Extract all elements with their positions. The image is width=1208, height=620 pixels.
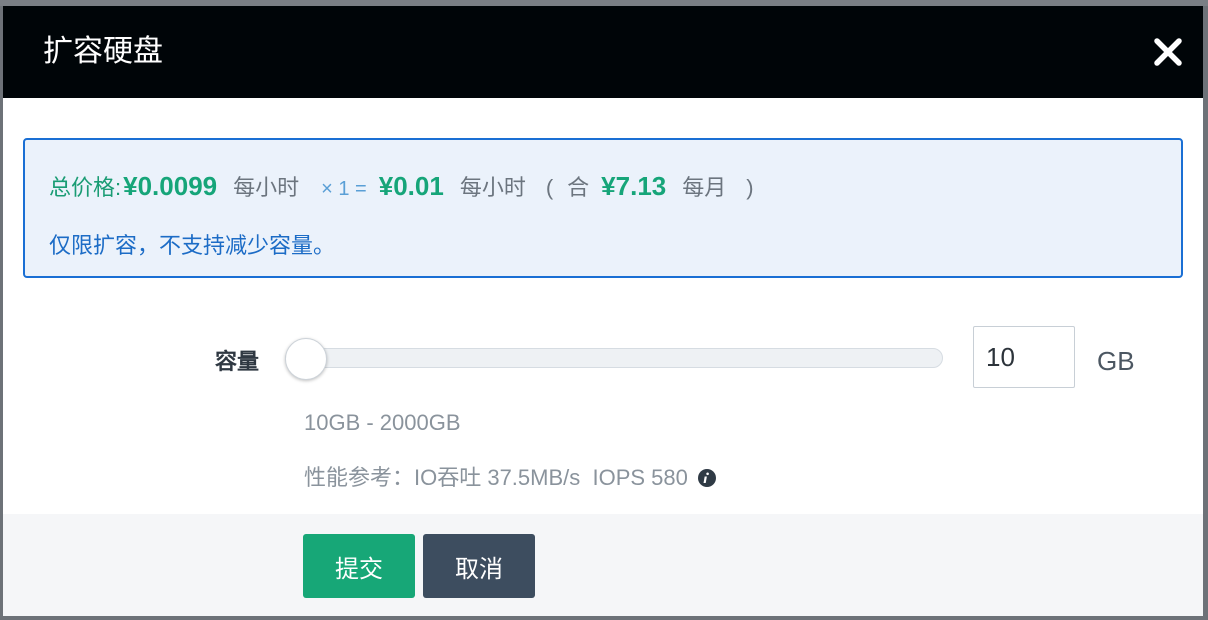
price-info-box: 总价格: ¥0.0099 每小时 × 1 = ¥0.01 每小时 ( 合 ¥7.… (23, 138, 1183, 278)
performance-reference: 性能参考：IO吞吐 37.5MB/s IOPS 580 (304, 460, 716, 492)
hourly-total-period: 每小时 (459, 175, 526, 200)
total-price-label: 总价格: (49, 175, 122, 200)
dialog-footer: 提交 取消 (3, 514, 1203, 616)
capacity-slider-handle[interactable] (285, 338, 327, 380)
capacity-unit: GB (1097, 346, 1135, 376)
capacity-range-text: 10GB - 2000GB (304, 410, 461, 435)
performance-text: 性能参考：IO吞吐 37.5MB/s IOPS 580 (304, 465, 688, 490)
dialog-title: 扩容硬盘 (43, 35, 163, 68)
cancel-button[interactable]: 取消 (423, 534, 535, 598)
multiplier: × 1 = (321, 178, 367, 200)
price-summary: 总价格: ¥0.0099 每小时 × 1 = ¥0.01 每小时 ( 合 ¥7.… (49, 170, 754, 204)
equivalent-label: 合 (567, 175, 590, 200)
monthly-total: ¥7.13 (601, 171, 667, 201)
dialog-header: 扩容硬盘 (3, 6, 1203, 98)
expand-only-notice: 仅限扩容，不支持减少容量。 (49, 233, 336, 258)
paren-close: ) (746, 175, 754, 200)
capacity-slider-track[interactable] (285, 348, 943, 368)
unit-price-period: 每小时 (233, 175, 300, 200)
close-icon (1154, 38, 1182, 66)
monthly-period: 每月 (682, 175, 727, 200)
info-icon[interactable] (697, 467, 716, 487)
submit-button[interactable]: 提交 (303, 534, 415, 598)
hourly-total: ¥0.01 (378, 171, 444, 201)
close-button[interactable] (1149, 33, 1187, 71)
unit-price: ¥0.0099 (123, 171, 218, 201)
expand-disk-dialog: 扩容硬盘 总价格: ¥0.0099 每小时 × 1 = ¥0.01 每小时 ( … (3, 6, 1203, 616)
capacity-label: 容量 (215, 349, 260, 374)
paren-open: ( (545, 175, 554, 200)
capacity-input[interactable] (973, 326, 1075, 388)
